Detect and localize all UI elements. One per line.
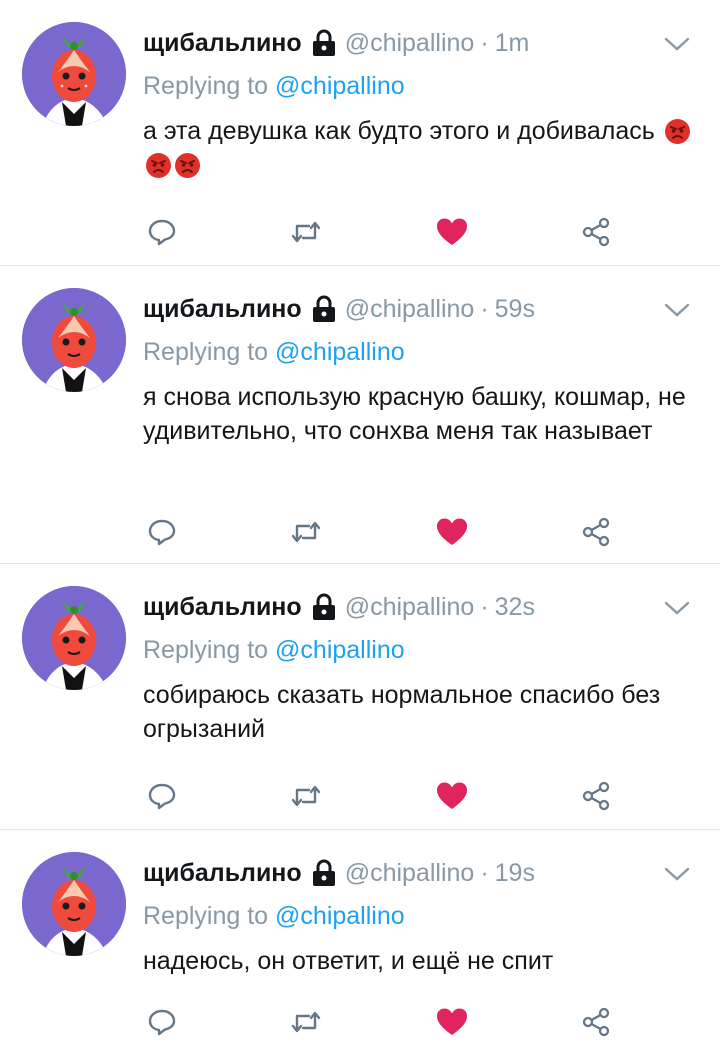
chevron-down-icon[interactable] [664, 600, 690, 616]
retweet-icon[interactable] [286, 776, 326, 816]
tweet-header: щибальлино @chipallino · 1m [143, 26, 660, 60]
tweet[interactable]: щибальлино @chipallino · 32s Replying to… [0, 564, 720, 830]
replying-to: Replying to @chipallino [143, 338, 405, 367]
tweet-actions [0, 212, 720, 252]
replying-prefix: Replying to [143, 338, 269, 366]
avatar[interactable] [22, 288, 126, 392]
retweet-icon[interactable] [286, 212, 326, 252]
author-name[interactable]: щибальлино [143, 295, 302, 324]
chevron-down-icon[interactable] [664, 36, 690, 52]
separator-dot: · [480, 294, 489, 323]
tweet[interactable]: щибальлино @chipallino · 19s Replying to… [0, 830, 720, 1058]
author-handle[interactable]: @chipallino [345, 859, 475, 888]
tweet-text: надеюсь, он ответит, и ещё не спит [143, 947, 554, 975]
avatar[interactable] [22, 22, 126, 126]
tweet-header: щибальлино @chipallino · 32s [143, 590, 660, 624]
tweet-actions [0, 776, 720, 816]
angry-face-emoji [174, 152, 201, 179]
tweet[interactable]: щибальлино @chipallino · 1m Replying to … [0, 0, 720, 266]
author-name[interactable]: щибальлино [143, 29, 302, 58]
mention-link[interactable]: @chipallino [275, 902, 405, 930]
avatar[interactable] [22, 586, 126, 690]
lock-icon [311, 859, 337, 887]
avatar[interactable] [22, 852, 126, 956]
mention-link[interactable]: @chipallino [275, 338, 405, 366]
author-name[interactable]: щибальлино [143, 593, 302, 622]
tweet[interactable]: щибальлино @chipallino · 59s Replying to… [0, 266, 720, 564]
separator-dot: · [480, 28, 489, 57]
mention-link[interactable]: @chipallino [275, 72, 405, 100]
share-icon[interactable] [576, 512, 616, 552]
timestamp[interactable]: 32s [495, 593, 535, 622]
reply-icon[interactable] [142, 776, 182, 816]
author-handle[interactable]: @chipallino [345, 295, 475, 324]
reply-icon[interactable] [142, 212, 182, 252]
heart-icon[interactable] [432, 1002, 472, 1042]
angry-face-emoji [664, 118, 691, 145]
tweet-header: щибальлино @chipallino · 19s [143, 856, 660, 890]
tweet-text: я снова использую красную башку, кошмар,… [143, 383, 686, 445]
retweet-icon[interactable] [286, 512, 326, 552]
share-icon[interactable] [576, 1002, 616, 1042]
share-icon[interactable] [576, 776, 616, 816]
reply-icon[interactable] [142, 512, 182, 552]
replying-prefix: Replying to [143, 72, 269, 100]
heart-icon[interactable] [432, 776, 472, 816]
heart-icon[interactable] [432, 512, 472, 552]
angry-face-emoji [145, 152, 172, 179]
tweet-text: а эта девушка как будто этого и добивала… [143, 114, 703, 182]
tweet-header: щибальлино @chipallino · 59s [143, 292, 660, 326]
timestamp[interactable]: 19s [495, 859, 535, 888]
chevron-down-icon[interactable] [664, 302, 690, 318]
timestamp[interactable]: 1m [495, 29, 530, 58]
author-handle[interactable]: @chipallino [345, 593, 475, 622]
tweet-actions [0, 1002, 720, 1042]
replying-to: Replying to @chipallino [143, 72, 405, 101]
tweet-feed: щибальлино @chipallino · 1m Replying to … [0, 0, 720, 1058]
lock-icon [311, 593, 337, 621]
replying-to: Replying to @chipallino [143, 902, 405, 931]
share-icon[interactable] [576, 212, 616, 252]
chevron-down-icon[interactable] [664, 866, 690, 882]
replying-prefix: Replying to [143, 636, 269, 664]
lock-icon [311, 295, 337, 323]
author-handle[interactable]: @chipallino [345, 29, 475, 58]
lock-icon [311, 29, 337, 57]
separator-dot: · [480, 592, 489, 621]
heart-icon[interactable] [432, 212, 472, 252]
tweet-actions [0, 512, 720, 552]
tweet-text: собираюсь сказать нормальное спасибо без… [143, 681, 661, 743]
tweet-text-content: а эта девушка как будто этого и добивала… [143, 117, 655, 145]
replying-to: Replying to @chipallino [143, 636, 405, 665]
timestamp[interactable]: 59s [495, 295, 535, 324]
retweet-icon[interactable] [286, 1002, 326, 1042]
author-name[interactable]: щибальлино [143, 859, 302, 888]
separator-dot: · [480, 858, 489, 887]
reply-icon[interactable] [142, 1002, 182, 1042]
mention-link[interactable]: @chipallino [275, 636, 405, 664]
replying-prefix: Replying to [143, 902, 269, 930]
